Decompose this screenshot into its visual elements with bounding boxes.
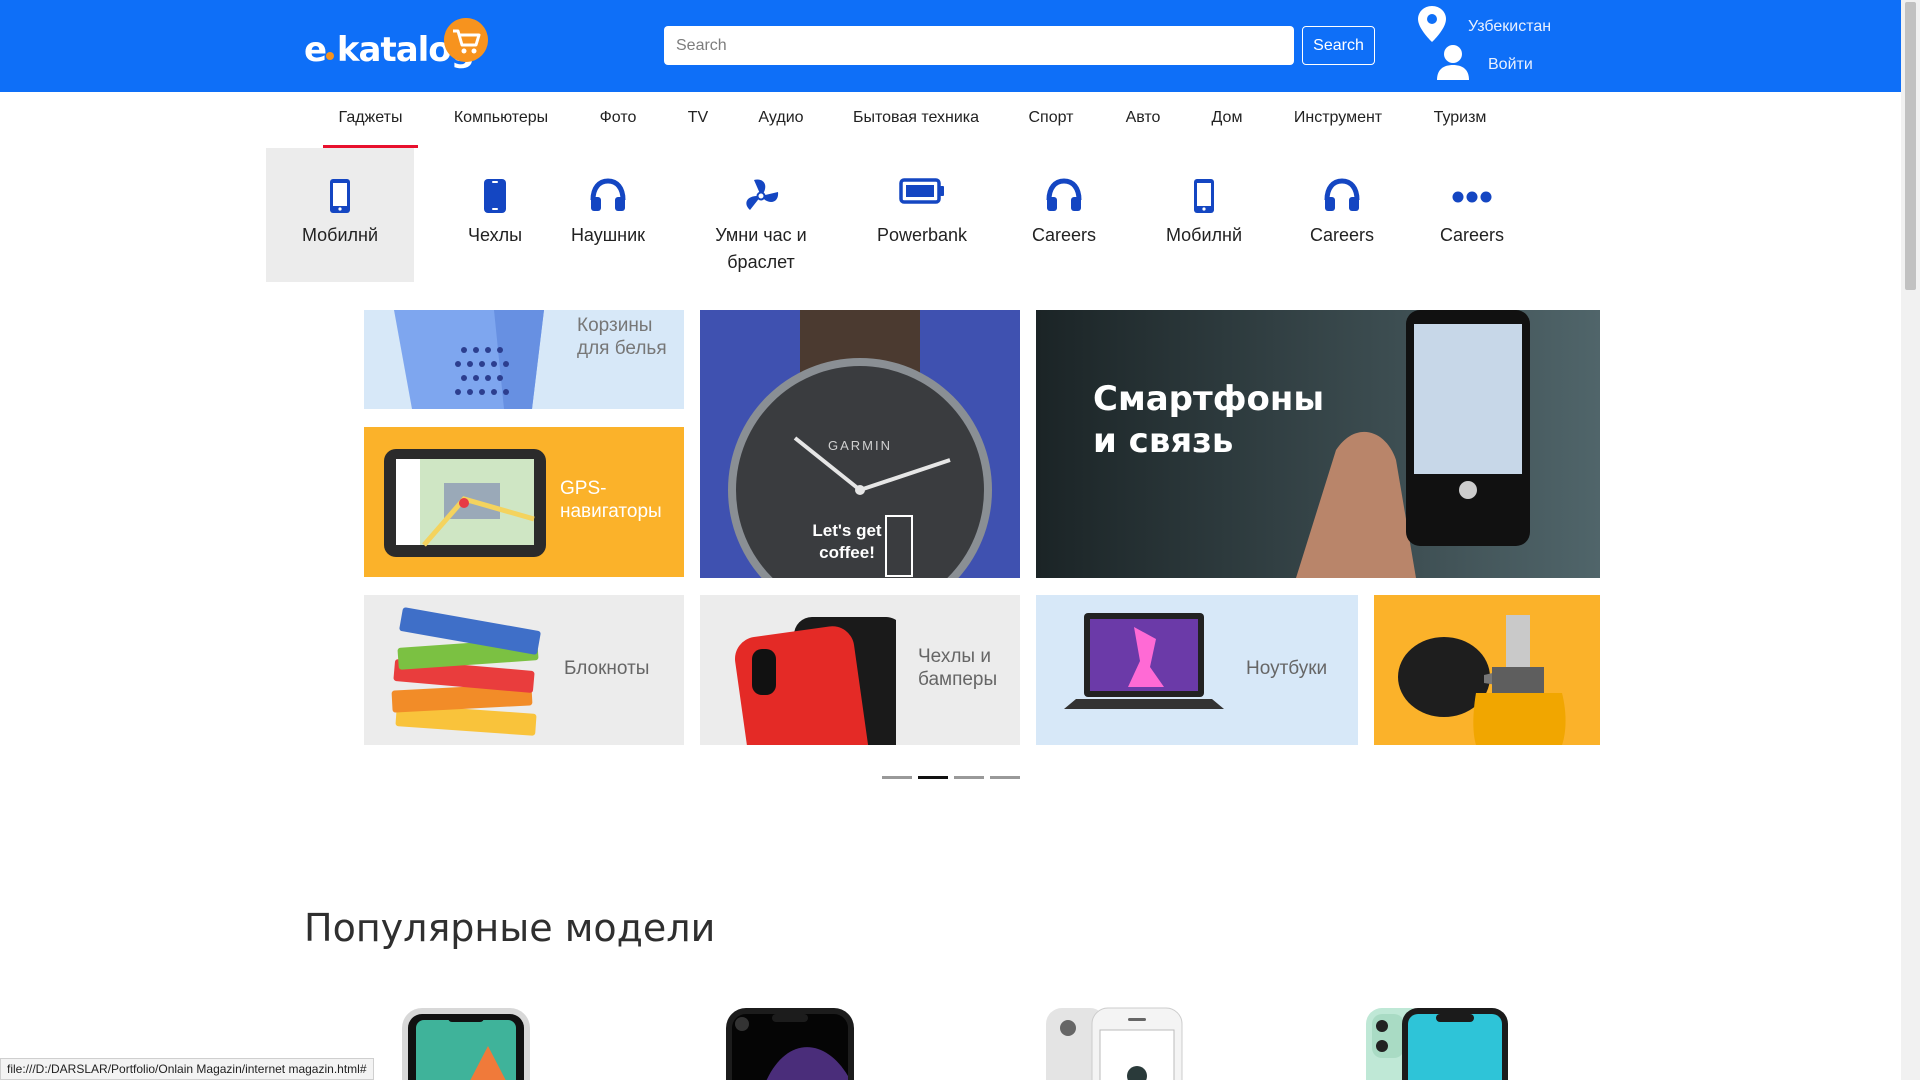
banner-gps-navigators[interactable]: GPS-навигаторы: [364, 427, 684, 577]
search-input[interactable]: [664, 26, 1294, 65]
perfume-image: [1398, 615, 1566, 745]
nav-item-tools[interactable]: Инструмент: [1286, 92, 1390, 148]
banner-label: Ноутбуки: [1246, 658, 1328, 679]
page-scrollbar[interactable]: [1901, 0, 1920, 1080]
nav-item-photo[interactable]: Фото: [588, 92, 648, 148]
subcategory-headphones[interactable]: Наушник: [560, 148, 656, 282]
more-dots-icon: [1452, 191, 1492, 203]
nav-item-computers[interactable]: Компьютеры: [442, 92, 560, 148]
laptop-image: [1064, 613, 1224, 709]
phone-case-icon: [484, 179, 506, 213]
subcategory-label: Умни час и браслет: [715, 225, 807, 272]
fan-icon: [746, 179, 779, 210]
banner-smartphones[interactable]: Смартфоны и связь: [1036, 310, 1600, 578]
subcategory-label: Careers: [1439, 225, 1505, 245]
phone-icon: [1194, 179, 1214, 213]
phone-icon: [330, 179, 350, 213]
banner-label: Блокноты: [564, 658, 650, 679]
logo-dot: [326, 52, 334, 60]
subcategory-cases[interactable]: Чехлы: [440, 148, 550, 282]
iphone-x-image: [402, 1008, 530, 1080]
banner-smartwatch[interactable]: GARMIN Let's get coffee!: [700, 310, 1020, 578]
banner-laptops[interactable]: Ноутбуки: [1036, 595, 1358, 745]
headphones-icon: [1046, 178, 1082, 211]
nav-item-tourism[interactable]: Туризм: [1424, 92, 1496, 148]
banner-notebooks[interactable]: Блокноты: [364, 595, 684, 745]
nav-item-auto[interactable]: Авто: [1116, 92, 1170, 148]
gps-device-image: [384, 449, 546, 557]
iphone-xr-image: [726, 1008, 854, 1080]
product-card-iphone-x[interactable]: [400, 1006, 532, 1080]
carousel-dot-2[interactable]: [918, 776, 948, 779]
nav-item-sport[interactable]: Спорт: [1018, 92, 1084, 148]
subcategory-careers-1[interactable]: Careers: [1016, 148, 1112, 282]
banner-label: Корзины для белья: [577, 315, 667, 359]
nav-item-gadgets[interactable]: Гаджеты: [323, 92, 418, 148]
search-button[interactable]: Search: [1302, 26, 1375, 65]
banner-laundry-baskets[interactable]: Корзины для белья: [364, 310, 684, 409]
subcategory-label: Careers: [1031, 225, 1097, 245]
laundry-basket-image: [394, 310, 544, 409]
subcategory-smartwatch[interactable]: Умни час и браслет: [690, 148, 832, 282]
site-header: e katalog Search Узбекистан Войти: [0, 0, 1901, 92]
headphones-icon: [590, 178, 626, 211]
location-label[interactable]: Узбекистан: [1468, 18, 1551, 36]
carousel-dot-1[interactable]: [882, 776, 912, 779]
watch-text: Let's get coffee!: [812, 521, 882, 562]
nav-item-appliances[interactable]: Бытовая техника: [848, 92, 984, 148]
product-card-iphone-xr[interactable]: [724, 1006, 856, 1080]
nav-item-home[interactable]: Дом: [1202, 92, 1252, 148]
subcategory-powerbank[interactable]: Powerbank: [862, 148, 982, 282]
popular-models-title: Популярные модели: [304, 906, 716, 950]
product-card-iphone-11[interactable]: [1364, 1006, 1510, 1080]
banner-cases[interactable]: Чехлы и бамперы: [700, 595, 1020, 745]
product-card-iphone-8[interactable]: [1044, 1006, 1184, 1080]
scrollbar-thumb[interactable]: [1905, 2, 1916, 290]
user-icon[interactable]: [1437, 44, 1469, 80]
headphones-icon: [1324, 178, 1360, 211]
carousel-dot-3[interactable]: [954, 776, 984, 779]
location-pin-icon[interactable]: [1418, 6, 1446, 42]
subcategory-label: Powerbank: [876, 225, 968, 245]
nav-item-audio[interactable]: Аудио: [748, 92, 814, 148]
category-nav: Гаджеты Компьютеры Фото TV Аудио Бытовая…: [0, 92, 1901, 148]
battery-icon: [899, 178, 944, 204]
watch-brand: GARMIN: [828, 438, 892, 453]
nav-item-tv[interactable]: TV: [678, 92, 718, 148]
subcategory-label: Мобилнй: [1165, 225, 1243, 245]
notebooks-image: [391, 607, 541, 736]
subcategory-label: Чехлы: [467, 225, 523, 245]
site-logo[interactable]: e katalog: [304, 18, 494, 78]
subcategory-label: Мобилнй: [301, 225, 379, 245]
browser-status-bar: file:///D:/DARSLAR/Portfolio/Onlain Maga…: [0, 1058, 374, 1080]
subcategory-label: Наушник: [570, 225, 646, 245]
subcategory-careers-2[interactable]: Careers: [1294, 148, 1390, 282]
cart-logo-icon: [444, 18, 488, 62]
iphone-8-image: [1046, 1007, 1183, 1080]
subcategory-mobile-2[interactable]: Мобилнй: [1156, 148, 1252, 282]
carousel-dot-4[interactable]: [990, 776, 1020, 779]
smartphones-title: Смартфоны и связь: [1093, 379, 1325, 461]
banner-label: Чехлы и бамперы: [918, 646, 998, 690]
login-link[interactable]: Войти: [1488, 56, 1533, 74]
banner-perfume[interactable]: [1374, 595, 1600, 745]
iphone-11-image: [1366, 1008, 1508, 1080]
subcategory-mobile[interactable]: Мобилнй: [266, 148, 414, 282]
subcategory-label: Careers: [1309, 225, 1375, 245]
subcategory-more[interactable]: Careers: [1424, 148, 1520, 282]
red-case-image: [734, 617, 896, 745]
banner-label: GPS-навигаторы: [560, 478, 662, 522]
